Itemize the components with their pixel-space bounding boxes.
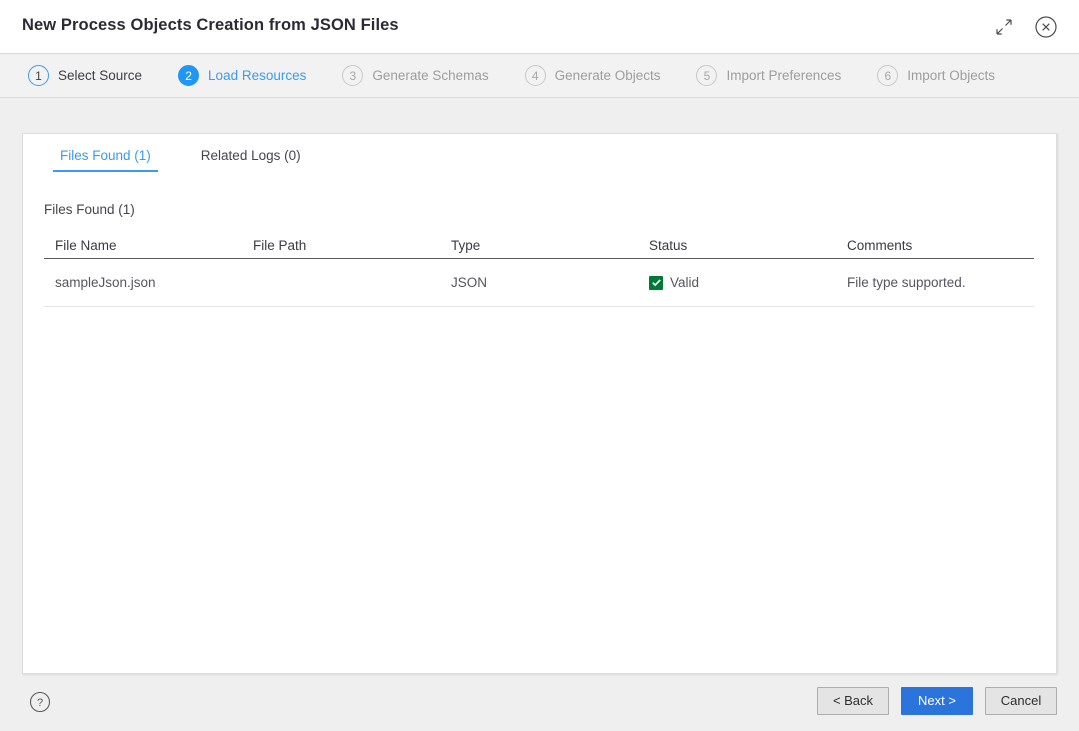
step-number: 2 <box>178 65 200 86</box>
table-header-row: File Name File Path Type Status Comments <box>44 232 1034 259</box>
step-import-objects[interactable]: 6 Import Objects <box>877 65 995 86</box>
section-title: Files Found (1) <box>44 202 135 217</box>
step-label: Generate Schemas <box>372 68 489 83</box>
footer-buttons: < Back Next > Cancel <box>817 687 1057 715</box>
step-label: Select Source <box>58 68 143 83</box>
step-label: Generate Objects <box>554 68 661 83</box>
step-select-source[interactable]: 1 Select Source <box>28 65 142 86</box>
cell-type: JSON <box>451 275 488 290</box>
cell-file-name: sampleJson.json <box>55 275 156 290</box>
tab-related-logs[interactable]: Related Logs (0) <box>194 145 308 170</box>
cell-comments: File type supported. <box>847 275 966 290</box>
wizard-footer: ? < Back Next > Cancel <box>0 674 1079 731</box>
step-number: 4 <box>524 65 546 86</box>
wizard-stepper: 1 Select Source 2 Load Resources 3 Gener… <box>0 54 1079 98</box>
window-title-bar: New Process Objects Creation from JSON F… <box>0 0 1079 54</box>
expand-diagonal-icon[interactable] <box>991 14 1017 40</box>
column-header-type: Type <box>451 237 481 253</box>
step-load-resources[interactable]: 2 Load Resources <box>178 65 306 86</box>
back-button[interactable]: < Back <box>817 687 889 715</box>
cancel-button[interactable]: Cancel <box>985 687 1057 715</box>
column-header-file-path: File Path <box>253 237 307 253</box>
step-import-preferences[interactable]: 5 Import Preferences <box>696 65 841 86</box>
cell-status: Valid <box>638 275 836 290</box>
step-generate-objects[interactable]: 4 Generate Objects <box>524 65 661 86</box>
step-generate-schemas[interactable]: 3 Generate Schemas <box>342 65 489 86</box>
step-label: Load Resources <box>208 68 307 83</box>
help-circle-icon[interactable]: ? <box>29 691 51 718</box>
content-panel: Files Found (1) Related Logs (0) Files F… <box>22 133 1057 674</box>
column-header-comments: Comments <box>847 237 913 253</box>
tab-files-found[interactable]: Files Found (1) <box>53 145 158 172</box>
step-number: 6 <box>877 65 899 86</box>
step-number: 3 <box>342 65 364 86</box>
window-controls <box>991 14 1059 40</box>
column-header-status: Status <box>649 237 688 253</box>
step-number: 5 <box>696 65 718 86</box>
table-row[interactable]: sampleJson.json JSON Valid File type sup… <box>44 259 1034 307</box>
step-label: Import Preferences <box>726 68 842 83</box>
files-table: File Name File Path Type Status Comments… <box>44 232 1034 307</box>
panel-tabs: Files Found (1) Related Logs (0) <box>53 145 308 172</box>
step-number: 1 <box>28 65 49 86</box>
next-button[interactable]: Next > <box>901 687 973 715</box>
svg-text:?: ? <box>37 697 43 709</box>
valid-check-icon <box>649 275 663 290</box>
page-title: New Process Objects Creation from JSON F… <box>22 16 399 34</box>
status-label: Valid <box>670 275 700 290</box>
close-circle-icon[interactable] <box>1033 14 1059 40</box>
column-header-file-name: File Name <box>55 237 117 253</box>
wizard-body: Files Found (1) Related Logs (0) Files F… <box>0 98 1079 731</box>
step-label: Import Objects <box>907 68 996 83</box>
